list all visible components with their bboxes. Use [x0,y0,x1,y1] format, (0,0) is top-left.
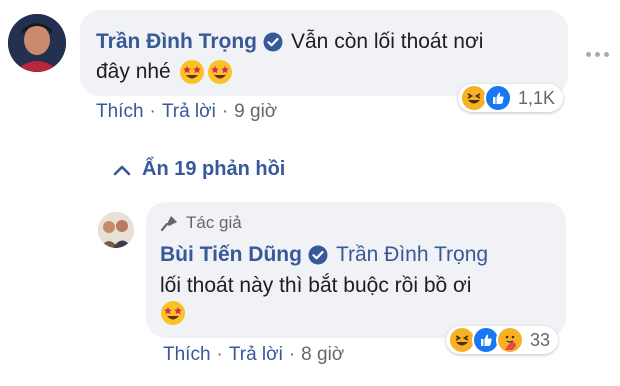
reaction-summary[interactable]: 1,1K [458,84,564,112]
verified-icon [308,245,328,265]
comment-header: Trần Đình Trọng Vẫn còn lối thoát nơi [96,27,483,56]
care-icon [496,326,524,354]
microphone-icon [160,216,177,232]
avatar[interactable] [98,212,134,248]
star-struck-emoji-icon [207,59,233,85]
comment-actions: Thích · Trả lời · 9 giờ [96,101,277,123]
mention-link[interactable]: Trần Đình Trọng [336,243,488,267]
author-badge: Tác giả [160,213,242,233]
separator-dot: · [221,101,229,122]
profile-photo [8,14,66,72]
separator-dot: · [288,344,296,365]
separator-dot: · [149,101,156,122]
separator-dot: · [216,344,223,365]
reaction-count: 1,1K [518,87,556,108]
more-options-icon[interactable] [586,52,609,57]
reply-actions: Thích · Trả lời · 8 giờ [163,344,344,366]
hide-replies-label: Ẩn 19 phản hồi [142,158,286,180]
author-badge-label: Tác giả [186,213,242,232]
author-name[interactable]: Trần Đình Trọng [96,30,257,54]
reply-text-line1: lối thoát này thì bắt buộc rồi bồ ơi [160,274,472,297]
comment-text-line2-row: đây nhé [96,57,233,86]
reply-button[interactable]: Trả lời [162,101,216,123]
author-name[interactable]: Bùi Tiến Dũng [160,243,302,267]
verified-icon [263,32,283,51]
avatar[interactable] [8,14,66,72]
reply-button[interactable]: Trả lời [229,344,283,366]
timestamp[interactable]: 8 giờ [301,344,344,366]
star-struck-emoji-icon [179,59,205,85]
timestamp[interactable]: 9 giờ [234,101,277,123]
reaction-summary[interactable]: 33 [446,326,559,354]
chevron-up-icon [113,165,131,175]
reaction-count: 33 [530,329,551,350]
hide-replies-button[interactable]: Ẩn 19 phản hồi [112,158,285,181]
like-button[interactable]: Thích [96,101,144,123]
like-button[interactable]: Thích [163,344,211,366]
comment-text-line2: đây nhé [96,60,171,83]
reply-header: Bùi Tiến Dũng Trần Đình Trọng [160,243,488,267]
star-struck-emoji-icon [160,300,186,326]
like-icon [484,84,512,112]
profile-photo [98,212,134,248]
reply-text-line2-row [160,300,186,326]
comment-text-line1: Vẫn còn lối thoát nơi [291,30,484,53]
